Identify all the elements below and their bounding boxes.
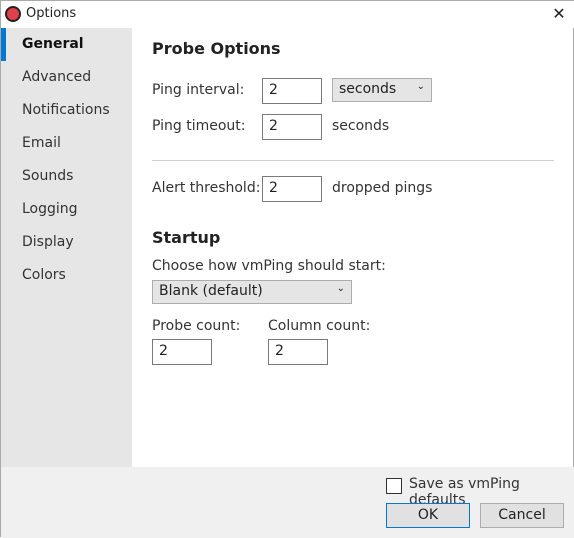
ping-interval-unit-select[interactable]: seconds ⌄ [332, 78, 432, 102]
ping-timeout-unit: seconds [332, 118, 390, 134]
sidebar-item-email[interactable]: Email [1, 127, 132, 160]
ok-button[interactable]: OK [386, 503, 470, 528]
sidebar-item-advanced[interactable]: Advanced [1, 61, 132, 94]
app-icon [5, 6, 21, 22]
chevron-down-icon: ⌄ [336, 283, 345, 294]
ping-interval-input[interactable]: 2 [262, 78, 322, 104]
chevron-down-icon: ⌄ [416, 81, 425, 92]
selected-unit: seconds [339, 81, 397, 97]
probe-count-input[interactable]: 2 [152, 339, 212, 365]
sidebar-item-display[interactable]: Display [1, 226, 132, 259]
window-title: Options [26, 6, 77, 21]
column-count-label: Column count: [268, 318, 371, 334]
cancel-button[interactable]: Cancel [480, 503, 564, 528]
startup-mode-label: Choose how vmPing should start: [152, 258, 386, 274]
sidebar-item-notifications[interactable]: Notifications [1, 94, 132, 127]
title-bar: Options ✕ [1, 1, 574, 28]
save-defaults-checkbox[interactable] [386, 478, 402, 494]
alert-threshold-input[interactable]: 2 [262, 176, 322, 202]
sidebar: General Advanced Notifications Email Sou… [1, 28, 132, 467]
sidebar-item-logging[interactable]: Logging [1, 193, 132, 226]
ping-timeout-input[interactable]: 2 [262, 114, 322, 140]
divider [152, 160, 554, 161]
sidebar-item-general[interactable]: General [1, 28, 132, 61]
column-count-input[interactable]: 2 [268, 339, 328, 365]
sidebar-item-colors[interactable]: Colors [1, 259, 132, 292]
selected-mode: Blank (default) [159, 283, 263, 299]
alert-threshold-unit: dropped pings [332, 180, 433, 196]
sidebar-item-sounds[interactable]: Sounds [1, 160, 132, 193]
startup-mode-select[interactable]: Blank (default) ⌄ [152, 280, 352, 304]
startup-heading: Startup [152, 228, 221, 247]
probe-options-heading: Probe Options [152, 39, 281, 58]
ping-timeout-label: Ping timeout: [152, 118, 246, 134]
alert-threshold-label: Alert threshold: [152, 180, 261, 196]
close-icon[interactable]: ✕ [547, 3, 571, 25]
ping-interval-label: Ping interval: [152, 82, 245, 98]
probe-count-label: Probe count: [152, 318, 241, 334]
